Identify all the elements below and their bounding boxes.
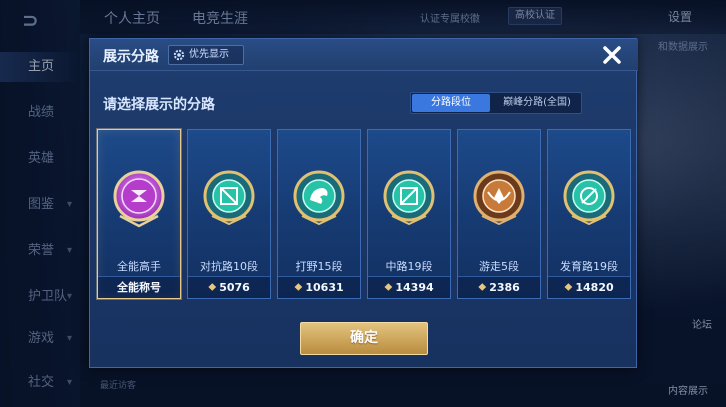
staff-icon	[383, 170, 435, 226]
priority-display-button[interactable]: 优先显示	[168, 45, 244, 65]
bow-icon	[563, 170, 615, 226]
all-round-icon	[113, 170, 165, 228]
lane-name: 游走5段	[479, 260, 519, 273]
wings-icon	[473, 170, 525, 226]
modal-subtitle: 请选择展示的分路	[103, 97, 215, 113]
lane-footer: ⯁ 14394	[368, 276, 450, 298]
footer-text: 5076	[219, 281, 250, 294]
lane-footer: 全能称号	[98, 276, 180, 298]
points-icon: ⯁	[294, 283, 303, 294]
points-icon: ⯁	[478, 283, 487, 294]
footer-text: 14820	[575, 281, 614, 294]
lane-footer: ⯁ 10631	[278, 276, 360, 298]
points-icon: ⯁	[564, 283, 573, 294]
lane-card-roam[interactable]: 游走5段 ⯁ 2386	[457, 129, 541, 299]
lane-type-toggle: 分路段位 巅峰分路(全国)	[410, 92, 582, 114]
lane-name: 发育路19段	[560, 260, 618, 273]
lane-card-clash[interactable]: 对抗路10段 ⯁ 5076	[187, 129, 271, 299]
points-icon: ⯁	[208, 283, 217, 294]
points-icon: ⯁	[384, 283, 393, 294]
lane-card-all-round[interactable]: 全能高手 全能称号	[97, 129, 181, 299]
footer-text: 2386	[489, 281, 520, 294]
modal-header: 展示分路 优先显示	[90, 39, 638, 71]
lane-card-jungle[interactable]: 打野15段 ⯁ 10631	[277, 129, 361, 299]
tab-peak-lane[interactable]: 巅峰分路(全国)	[493, 94, 581, 112]
lane-footer: ⯁ 14820	[548, 276, 630, 298]
gear-icon	[173, 49, 185, 61]
lane-name: 对抗路10段	[200, 260, 258, 273]
lane-footer: ⯁ 2386	[458, 276, 540, 298]
lane-name: 打野15段	[295, 260, 343, 273]
lane-display-modal: 展示分路 优先显示 请选择展示的分路 分路段位 巅峰分路(全国) 全能高手 全能…	[89, 38, 638, 368]
lane-name: 中路19段	[385, 260, 433, 273]
close-icon[interactable]	[598, 41, 626, 69]
confirm-button[interactable]: 确定	[300, 322, 428, 355]
footer-text: 10631	[305, 281, 344, 294]
priority-label: 优先显示	[189, 49, 229, 60]
footer-text: 全能称号	[117, 281, 161, 294]
tab-lane-rank[interactable]: 分路段位	[412, 94, 490, 112]
modal-title: 展示分路	[103, 49, 159, 65]
footer-text: 14394	[395, 281, 434, 294]
lane-card-mid[interactable]: 中路19段 ⯁ 14394	[367, 129, 451, 299]
lane-footer: ⯁ 5076	[188, 276, 270, 298]
lane-name: 全能高手	[117, 260, 161, 273]
sword-icon	[203, 170, 255, 226]
dragon-icon	[293, 170, 345, 226]
lane-card-farm[interactable]: 发育路19段 ⯁ 14820	[547, 129, 631, 299]
